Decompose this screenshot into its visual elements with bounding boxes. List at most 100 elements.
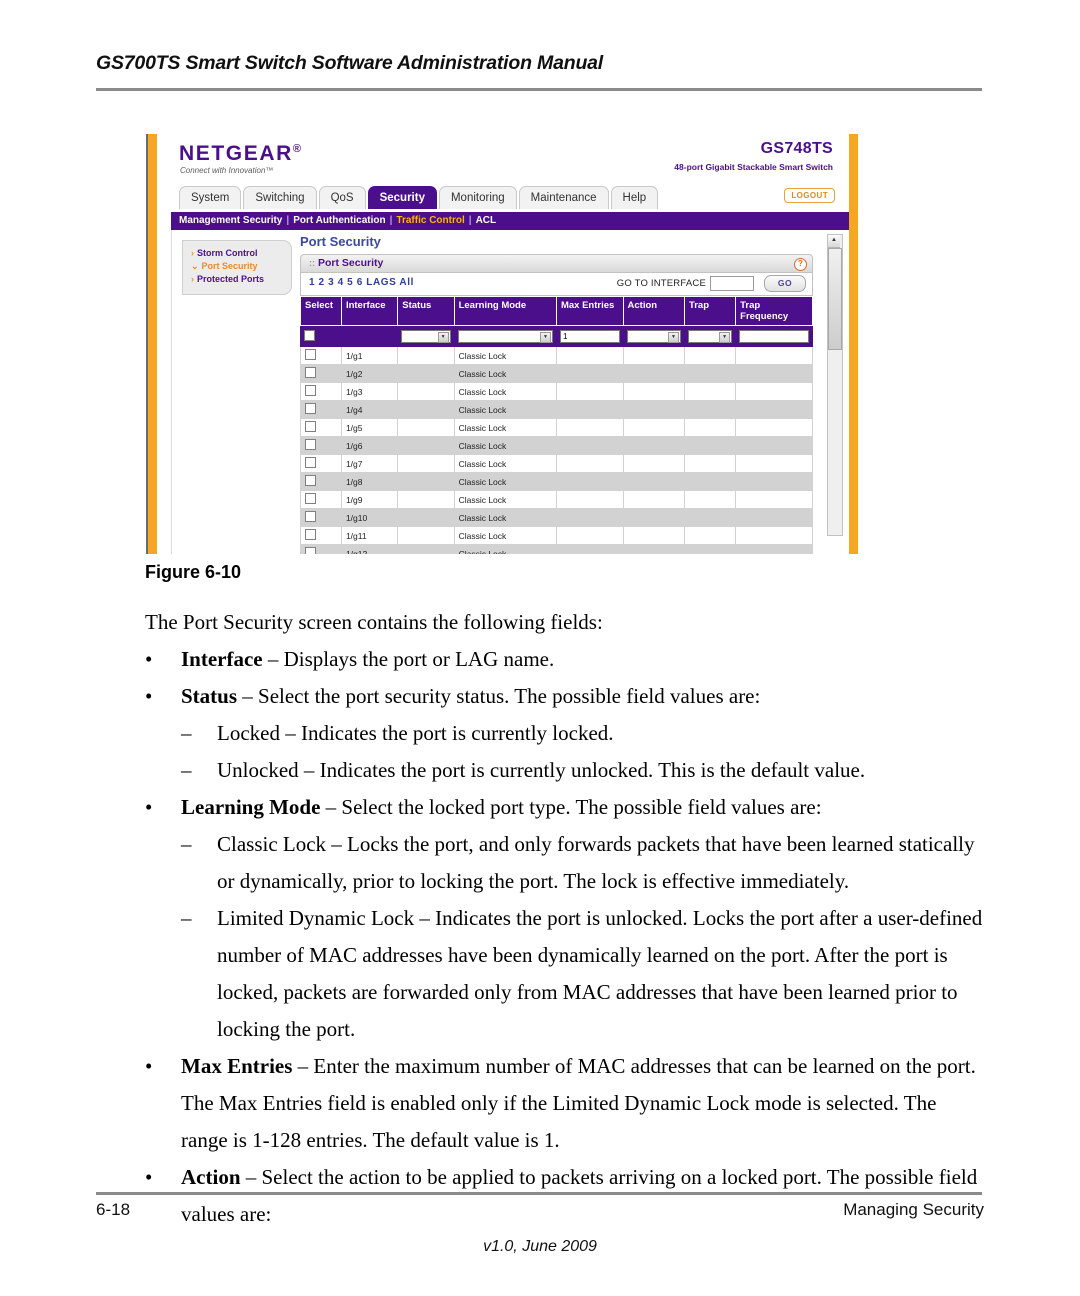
row-checkbox[interactable] [305,511,316,522]
row-learning-mode: Classic Lock [453,382,557,401]
row-checkbox[interactable] [305,547,316,554]
vertical-scrollbar[interactable]: ▲ [827,234,843,536]
row-checkbox[interactable] [305,421,316,432]
table-row[interactable]: 1/g8 Classic Lock [300,472,813,491]
table-row[interactable]: 1/g1 Classic Lock [300,346,813,365]
sidebar-item-storm-control[interactable]: › Storm Control [191,247,287,260]
goto-interface-input[interactable] [710,276,754,291]
table-row[interactable]: 1/g12 Classic Lock [300,544,813,554]
row-trap-frequency [735,346,813,365]
row-checkbox[interactable] [305,349,316,360]
submenu-traffic-control[interactable]: Traffic Control [396,215,464,226]
submenu-port-authentication[interactable]: Port Authentication [293,215,385,226]
table-row[interactable]: 1/g5 Classic Lock [300,418,813,437]
sidebar-item-label: Storm Control [197,248,258,258]
page-links[interactable]: 1 2 3 4 5 6 LAGS All [309,277,414,288]
registered-mark-icon: ® [292,143,303,155]
row-interface: 1/g11 [340,526,399,545]
scrollbar-thumb[interactable] [828,248,842,350]
row-checkbox[interactable] [305,475,316,486]
row-checkbox[interactable] [305,367,316,378]
column-header-select: Select [300,296,342,326]
sub-item-text: Limited Dynamic Lock – Indicates the por… [217,906,983,1041]
row-learning-mode: Classic Lock [453,364,557,383]
row-max-entries [555,544,624,554]
row-learning-mode: Classic Lock [453,544,557,554]
sub-item-unlocked: – Unlocked – Indicates the port is curre… [145,752,985,789]
port-security-table: Select Interface Status Learning Mode Ma… [300,296,813,554]
filter-interface-cell [340,325,399,347]
tab-system[interactable]: System [179,186,242,209]
column-header-status: Status [397,296,455,326]
tab-switching[interactable]: Switching [243,186,317,209]
column-header-action: Action [622,296,685,326]
row-trap-frequency [735,472,813,491]
row-checkbox[interactable] [305,493,316,504]
chevron-down-icon: ▼ [667,331,679,343]
row-checkbox[interactable] [305,457,316,468]
logout-button[interactable]: LOGOUT [784,188,835,203]
tab-help[interactable]: Help [610,186,659,209]
submenu-management-security[interactable]: Management Security [179,215,282,226]
row-trap-frequency [735,418,813,437]
table-row[interactable]: 1/g11 Classic Lock [300,526,813,545]
table-row[interactable]: 1/g2 Classic Lock [300,364,813,383]
sub-item-text: Locked – Indicates the port is currently… [217,721,614,745]
table-row[interactable]: 1/g9 Classic Lock [300,490,813,509]
grip-dots-icon: :: [309,258,315,268]
row-learning-mode: Classic Lock [453,400,557,419]
row-interface: 1/g3 [340,382,399,401]
scroll-up-arrow-icon[interactable]: ▲ [828,235,840,248]
row-trap [683,508,737,527]
table-row[interactable]: 1/g6 Classic Lock [300,436,813,455]
row-trap [683,364,737,383]
table-row[interactable]: 1/g7 Classic Lock [300,454,813,473]
learning-mode-select[interactable]: ▼ [457,329,553,343]
tab-maintenance[interactable]: Maintenance [518,186,609,209]
submenu-acl[interactable]: ACL [476,215,497,226]
sidebar-item-port-security[interactable]: ⌄ Port Security [191,260,287,273]
table-row[interactable]: 1/g10 Classic Lock [300,508,813,527]
sub-item-text: Unlocked – Indicates the port is current… [217,758,866,782]
row-checkbox[interactable] [305,439,316,450]
row-interface: 1/g2 [340,364,399,383]
trap-frequency-input[interactable] [739,329,809,343]
trap-select[interactable]: ▼ [687,329,733,343]
max-entries-input[interactable]: 1 [559,329,620,343]
row-select-cell [300,508,342,527]
row-learning-mode: Classic Lock [453,508,557,527]
row-max-entries [555,382,624,401]
go-button[interactable]: GO [764,275,806,292]
figure-screenshot: NETGEAR® Connect with Innovation™ GS748T… [146,134,858,554]
sidebar-item-protected-ports[interactable]: › Protected Ports [191,273,287,286]
panel-title-label: Port Security [318,257,384,269]
select-all-checkbox[interactable] [304,329,315,341]
tab-security[interactable]: Security [367,186,437,209]
bullet-description: – Enter the maximum number of MAC addres… [181,1054,976,1152]
row-checkbox[interactable] [305,529,316,540]
row-checkbox[interactable] [305,385,316,396]
help-icon[interactable]: ? [794,258,807,271]
table-row[interactable]: 1/g4 Classic Lock [300,400,813,419]
filter-learning-mode-cell: ▼ [453,325,557,347]
column-header-trap-frequency: Trap Frequency [735,296,813,326]
bullet-dot-icon: • [145,684,153,708]
tab-monitoring[interactable]: Monitoring [438,186,517,209]
row-status [397,346,455,365]
row-learning-mode: Classic Lock [453,454,557,473]
tab-qos[interactable]: QoS [318,186,366,209]
table-row[interactable]: 1/g3 Classic Lock [300,382,813,401]
row-checkbox[interactable] [305,403,316,414]
row-select-cell [300,346,342,365]
status-select[interactable]: ▼ [401,329,451,343]
bullet-description: – Select the locked port type. The possi… [320,795,822,819]
footer-section-name: Managing Security [843,1200,984,1219]
table-filter-row: ▼ ▼ 1 ▼ ▼ [300,325,813,347]
row-max-entries [555,418,624,437]
ui-header: NETGEAR® Connect with Innovation™ GS748T… [157,134,849,186]
action-select[interactable]: ▼ [626,329,681,343]
column-header-learning-mode: Learning Mode [453,296,557,326]
bullet-term: Learning Mode [181,795,321,819]
body-text: The Port Security screen contains the fo… [145,604,985,1233]
sidebar-item-label: Protected Ports [197,274,265,284]
